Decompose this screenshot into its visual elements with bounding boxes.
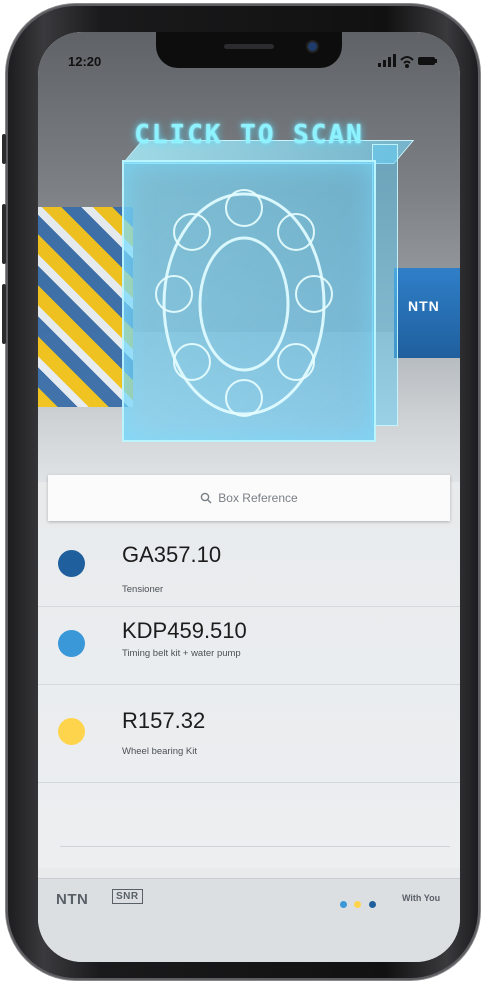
scan-hero[interactable]: NTN CLICK TO SCAN [38, 32, 460, 482]
speaker-grille [224, 44, 274, 49]
volume-down-button [2, 284, 6, 344]
item-description: Tensioner [122, 584, 164, 595]
item-description: Wheel bearing Kit [122, 746, 197, 757]
bearing-icon [155, 189, 333, 417]
item-color-dot [58, 630, 85, 657]
brand-dot [354, 901, 362, 908]
screen: NTN CLICK TO SCAN 12:20 Box Reference GA… [38, 32, 460, 962]
signal-icon [378, 54, 396, 67]
item-color-dot [58, 550, 85, 577]
status-time: 12:20 [68, 54, 102, 69]
item-description: Timing belt kit + water pump [122, 648, 241, 659]
notch [156, 32, 342, 68]
mute-switch [2, 134, 6, 164]
tagline: With You [402, 893, 441, 903]
ntn-logo: NTN [56, 891, 89, 908]
brand-dots [340, 895, 379, 913]
list-item[interactable]: KDP459.510 Timing belt kit + water pump [38, 606, 460, 685]
list-divider [60, 846, 450, 847]
item-code: R157.32 [122, 708, 206, 733]
item-color-dot [58, 718, 85, 745]
list-item[interactable]: R157.32 Wheel bearing Kit [38, 684, 460, 783]
box-reference-search[interactable]: Box Reference [48, 475, 450, 521]
volume-up-button [2, 204, 6, 264]
click-to-scan-label[interactable]: CLICK TO SCAN [38, 120, 460, 150]
footer: NTN SNR With You [38, 878, 460, 962]
wifi-icon [400, 56, 414, 68]
search-icon [200, 492, 212, 504]
item-code: KDP459.510 [122, 618, 247, 643]
reference-list: GA357.10 Tensioner KDP459.510 Timing bel… [38, 528, 460, 868]
phone-frame: NTN CLICK TO SCAN 12:20 Box Reference GA… [2, 4, 480, 980]
item-code: GA357.10 [122, 542, 222, 567]
status-icons [378, 54, 437, 68]
search-placeholder: Box Reference [218, 491, 298, 505]
list-item[interactable]: GA357.10 Tensioner [38, 528, 460, 607]
brand-dot [340, 901, 347, 908]
snr-logo: SNR [112, 889, 143, 904]
brand-dot [368, 901, 376, 908]
camera-icon [308, 42, 317, 51]
battery-icon [418, 57, 437, 65]
